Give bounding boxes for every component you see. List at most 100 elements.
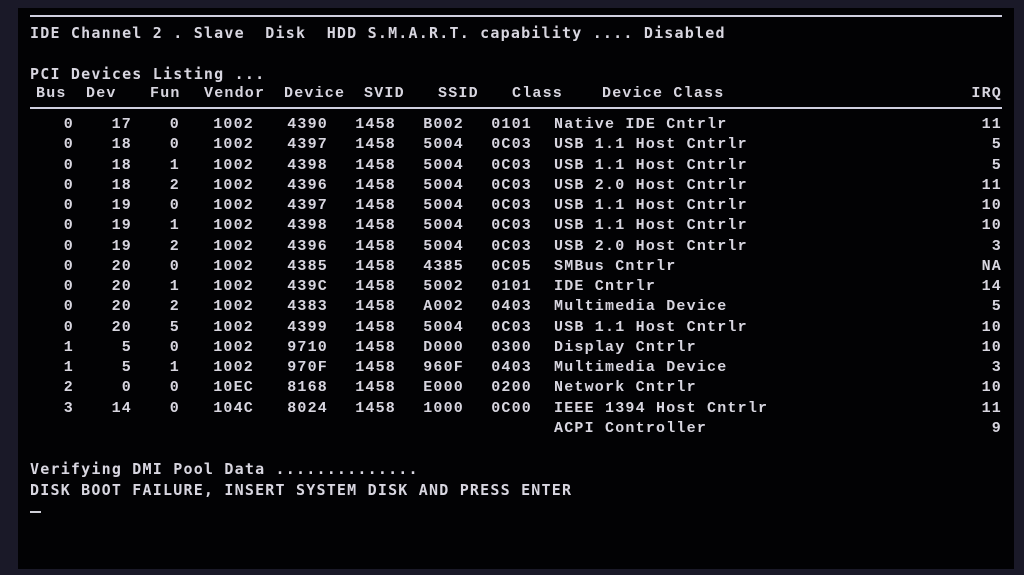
hdr-device-class: Device Class [580,84,944,104]
cell-svid: 1458 [328,297,396,317]
cell-name: Multimedia Device [532,297,944,317]
cell-class: 0C00 [464,399,532,419]
cell-dev: 14 [74,399,132,419]
cell-svid: 1458 [328,277,396,297]
cell-bus: 0 [30,237,74,257]
cell-ssid: 4385 [396,257,464,277]
cell-irq: 11 [944,399,1002,419]
acpi-row: ACPI Controller 9 [30,419,1002,439]
cell-name: SMBus Cntrlr [532,257,944,277]
cell-class: 0200 [464,378,532,398]
cell-svid: 1458 [328,378,396,398]
cell-irq: 11 [944,115,1002,135]
table-row: 1511002970F1458960F0403Multimedia Device… [30,358,1002,378]
cell-ssid: 5002 [396,277,464,297]
cell-device: 4397 [254,196,328,216]
hdr-dev: Dev [80,84,144,104]
cell-vendor: 104C [180,399,254,419]
table-header: Bus Dev Fun Vendor Device SVID SSID Clas… [30,84,1002,104]
cell-name: USB 1.1 Host Cntrlr [532,216,944,236]
cell-bus: 0 [30,156,74,176]
hdr-class: Class [506,84,580,104]
cell-irq: NA [944,257,1002,277]
cell-vendor: 1002 [180,216,254,236]
cell-ssid: 5004 [396,135,464,155]
cell-bus: 0 [30,196,74,216]
cell-dev: 17 [74,115,132,135]
cursor-icon [30,511,41,513]
cell-name: USB 1.1 Host Cntrlr [532,135,944,155]
pci-listing-title: PCI Devices Listing ... [30,64,1002,84]
cell-ssid: 5004 [396,318,464,338]
cell-bus: 0 [30,135,74,155]
hdr-device: Device [278,84,358,104]
cell-device: 4383 [254,297,328,317]
cell-class: 0C03 [464,156,532,176]
cell-fun: 0 [132,257,180,277]
table-row: 019210024396145850040C03USB 2.0 Host Cnt… [30,237,1002,257]
cell-fun: 1 [132,277,180,297]
cell-ssid: 1000 [396,399,464,419]
cell-fun: 2 [132,176,180,196]
cell-device: 9710 [254,338,328,358]
cell-vendor: 10EC [180,378,254,398]
table-row: 018110024398145850040C03USB 1.1 Host Cnt… [30,156,1002,176]
table-row: 020510024399145850040C03USB 1.1 Host Cnt… [30,318,1002,338]
table-row: 20010EC81681458E0000200Network Cntrlr10 [30,378,1002,398]
cell-dev: 20 [74,277,132,297]
hdr-vendor: Vendor [198,84,278,104]
table-row: 0202100243831458A0020403Multimedia Devic… [30,297,1002,317]
cell-vendor: 1002 [180,176,254,196]
cell-vendor: 1002 [180,277,254,297]
cell-name: IDE Cntrlr [532,277,944,297]
cell-dev: 0 [74,378,132,398]
table-row: 3140104C8024145810000C00IEEE 1394 Host C… [30,399,1002,419]
cell-vendor: 1002 [180,237,254,257]
cell-vendor: 1002 [180,338,254,358]
cell-fun: 0 [132,115,180,135]
cell-irq: 10 [944,318,1002,338]
cell-fun: 5 [132,318,180,338]
cell-class: 0C05 [464,257,532,277]
cell-dev: 18 [74,156,132,176]
cell-dev: 5 [74,358,132,378]
cell-device: 439C [254,277,328,297]
cell-device: 970F [254,358,328,378]
cell-vendor: 1002 [180,115,254,135]
cell-irq: 10 [944,196,1002,216]
cell-device: 4390 [254,115,328,135]
cell-ssid: E000 [396,378,464,398]
cell-fun: 2 [132,297,180,317]
cell-device: 4399 [254,318,328,338]
cell-name: IEEE 1394 Host Cntrlr [532,399,944,419]
cell-dev: 20 [74,297,132,317]
cell-bus: 0 [30,297,74,317]
cell-ssid: D000 [396,338,464,358]
cell-ssid: 5004 [396,216,464,236]
smart-status-line: IDE Channel 2 . Slave Disk HDD S.M.A.R.T… [30,23,1002,43]
cell-dev: 5 [74,338,132,358]
cell-ssid: 5004 [396,196,464,216]
cell-class: 0C03 [464,176,532,196]
cell-class: 0C03 [464,237,532,257]
bios-post-screen: IDE Channel 2 . Slave Disk HDD S.M.A.R.T… [18,8,1014,569]
cell-svid: 1458 [328,338,396,358]
cell-name: USB 1.1 Host Cntrlr [532,156,944,176]
cell-class: 0C03 [464,135,532,155]
cell-device: 4398 [254,156,328,176]
cell-name: USB 1.1 Host Cntrlr [532,318,944,338]
cell-class: 0C03 [464,196,532,216]
cell-dev: 20 [74,257,132,277]
cell-dev: 18 [74,135,132,155]
cell-dev: 19 [74,216,132,236]
cell-vendor: 1002 [180,196,254,216]
cell-dev: 18 [74,176,132,196]
pci-table-body: 0170100243901458B0020101Native IDE Cntrl… [30,115,1002,419]
cell-bus: 0 [30,176,74,196]
cell-ssid: 5004 [396,176,464,196]
dmi-verify-line: Verifying DMI Pool Data .............. [30,459,1002,479]
acpi-name: ACPI Controller [532,419,944,439]
cell-class: 0101 [464,277,532,297]
cell-bus: 0 [30,216,74,236]
cell-bus: 1 [30,358,74,378]
